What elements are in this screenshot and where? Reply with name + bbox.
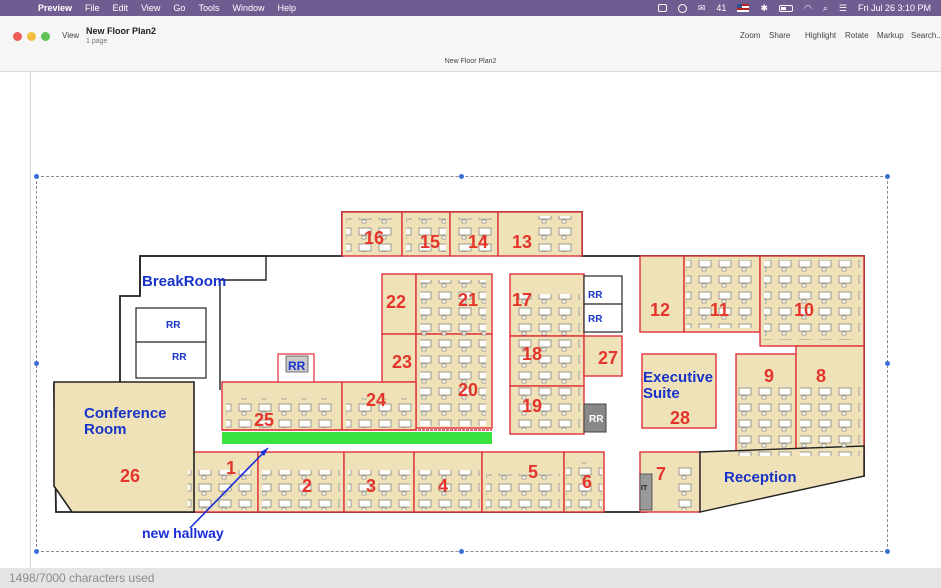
menu-bar: Preview File Edit View Go Tools Window H… xyxy=(0,0,941,16)
spotlight-search-icon[interactable]: ⌕ xyxy=(823,3,828,14)
status-bar: 1498/7000 characters used xyxy=(0,568,941,588)
title-bar: View New Floor Plan2 1 page Zoom Share H… xyxy=(0,16,941,72)
markup-button[interactable]: Markup xyxy=(877,31,904,40)
control-center-icon[interactable]: ☰ xyxy=(839,3,847,14)
document-title[interactable]: New Floor Plan2 xyxy=(86,26,156,36)
status-menu-icon[interactable] xyxy=(657,4,667,12)
close-window-button[interactable] xyxy=(13,32,22,41)
minimize-window-button[interactable] xyxy=(27,32,36,41)
zoom-button[interactable]: Zoom xyxy=(740,31,760,40)
selection-box[interactable] xyxy=(36,176,888,552)
resize-handle-bottom-right[interactable] xyxy=(885,549,890,554)
document-tab-title: New Floor Plan2 xyxy=(444,58,497,65)
document-page-count: 1 page xyxy=(86,38,108,45)
menu-help[interactable]: Help xyxy=(277,3,296,13)
view-button[interactable]: View xyxy=(62,31,79,40)
menu-edit[interactable]: Edit xyxy=(113,3,129,13)
menu-tools[interactable]: Tools xyxy=(198,3,219,13)
document-canvas: 16 15 14 13 22 21 23 20 17 18 19 27 12 1… xyxy=(0,72,941,568)
preview-window: View New Floor Plan2 1 page Zoom Share H… xyxy=(0,16,941,568)
onepassword-icon[interactable] xyxy=(677,3,687,13)
resize-handle-left[interactable] xyxy=(34,361,39,366)
resize-handle-top-left[interactable] xyxy=(34,174,39,179)
resize-handle-top-right[interactable] xyxy=(885,174,890,179)
share-button[interactable]: Share xyxy=(769,31,790,40)
menu-view[interactable]: View xyxy=(141,3,160,13)
wechat-icon[interactable]: ✉ xyxy=(698,3,706,14)
resize-handle-top[interactable] xyxy=(459,174,464,179)
menu-go[interactable]: Go xyxy=(173,3,185,13)
menubar-datetime[interactable]: Fri Jul 26 3:10 PM xyxy=(858,3,931,13)
wechat-count: 41 xyxy=(716,3,727,13)
character-count: 1498/7000 characters used xyxy=(9,571,155,585)
rotate-button[interactable]: Rotate xyxy=(845,31,869,40)
battery-icon[interactable] xyxy=(778,4,793,12)
input-source-flag-icon[interactable] xyxy=(737,4,750,12)
resize-handle-right[interactable] xyxy=(885,361,890,366)
fullscreen-window-button[interactable] xyxy=(41,32,50,41)
sidebar-divider xyxy=(30,72,31,568)
menu-file[interactable]: File xyxy=(85,3,100,13)
resize-handle-bottom-left[interactable] xyxy=(34,549,39,554)
menu-app-preview[interactable]: Preview xyxy=(38,3,72,13)
wifi-icon[interactable]: ◠ xyxy=(804,3,812,14)
resize-handle-bottom[interactable] xyxy=(459,549,464,554)
highlight-button[interactable]: Highlight xyxy=(805,31,836,40)
menu-window[interactable]: Window xyxy=(232,3,264,13)
bluetooth-icon[interactable]: ✱ xyxy=(760,3,768,14)
search-button[interactable]: Search... xyxy=(911,31,941,40)
